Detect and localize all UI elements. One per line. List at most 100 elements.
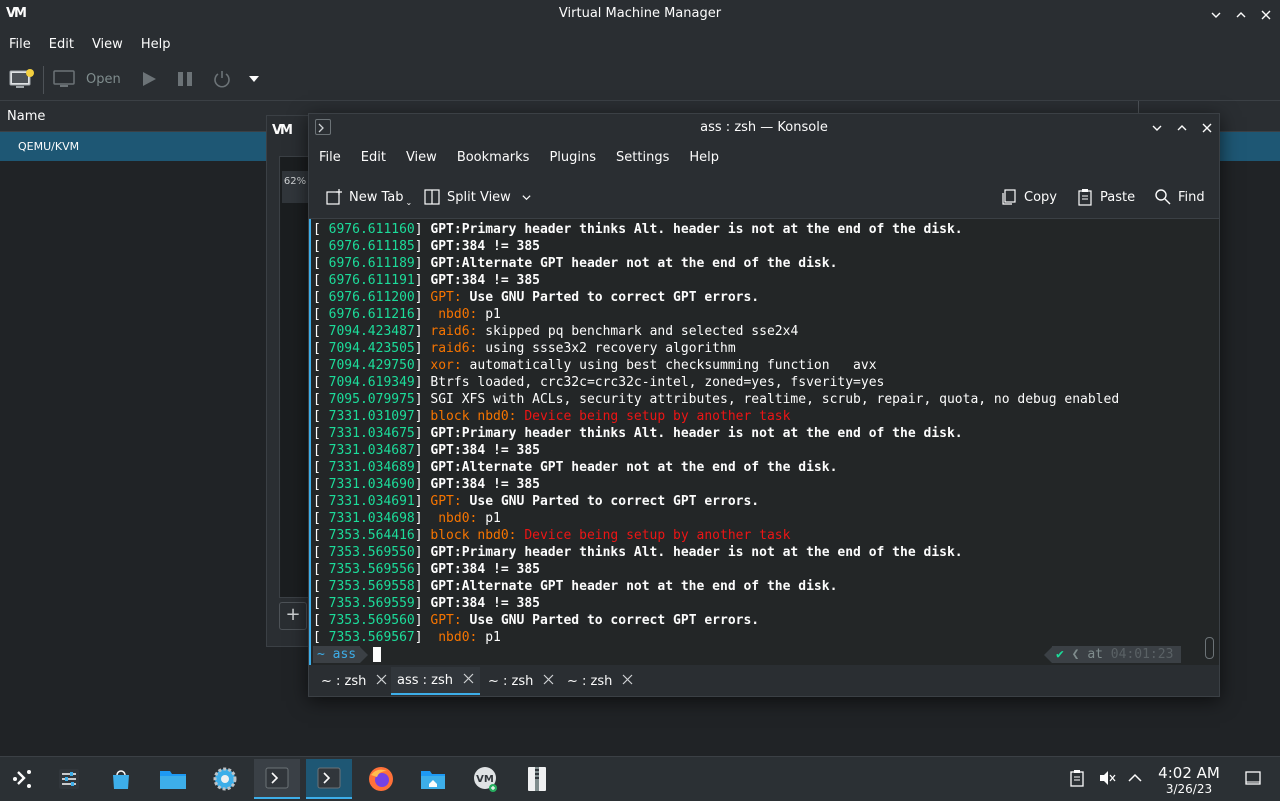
tab-4[interactable]: ~ : zsh [567, 669, 633, 693]
konsole-tabbar: ~ : zsh ass : zsh ~ : zsh ~ : zsh [309, 665, 1219, 695]
tab-close-icon[interactable] [622, 674, 633, 689]
dialog-content: 62% [279, 156, 311, 598]
paste-button[interactable]: Paste [1076, 187, 1135, 207]
log-message: xor: [430, 358, 470, 373]
system-settings-sliders-icon[interactable] [46, 759, 92, 799]
tab-close-icon[interactable] [376, 674, 387, 689]
konsole-titlebar[interactable]: ass : zsh — Konsole [309, 114, 1219, 142]
menu-help[interactable]: Help [679, 148, 729, 171]
konsole-task-2[interactable] [306, 759, 352, 799]
menu-view[interactable]: View [396, 148, 447, 171]
konsole-menubar: File Edit View Bookmarks Plugins Setting… [309, 148, 729, 170]
log-timestamp: [ 7094.429750] [313, 358, 431, 373]
taskbar: VM 4:02 AM 3/26/23 [0, 756, 1280, 801]
menu-view[interactable]: View [83, 30, 132, 58]
tab-1[interactable]: ~ : zsh [321, 669, 387, 693]
shutdown-dropdown-icon[interactable] [247, 74, 261, 84]
archive-manager-icon[interactable] [514, 759, 560, 799]
virt-manager-task[interactable]: VM [462, 759, 508, 799]
menu-help[interactable]: Help [132, 30, 180, 58]
new-vm-icon [9, 69, 34, 88]
log-message: Btrfs loaded, crc32c=crc32c-intel, zoned… [430, 375, 885, 390]
clipboard-icon[interactable] [1068, 769, 1086, 787]
log-message: p1 [485, 630, 501, 645]
home-folder-icon[interactable] [410, 759, 456, 799]
terminal-line: [ 7094.423505] raid6: using ssse3x2 reco… [313, 340, 1119, 357]
tab-close-icon[interactable] [463, 673, 474, 688]
konsole-toolbar: New Tab ⌄ Split View Copy Paste Find [309, 176, 1219, 218]
log-timestamp: [ 7094.619349] [313, 375, 431, 390]
terminal-line: [ 7331.034689] GPT:Alternate GPT header … [313, 459, 1119, 476]
menu-edit[interactable]: Edit [351, 148, 396, 171]
dialog-logo-icon: VM [272, 123, 293, 138]
scrollbar-handle[interactable] [1205, 637, 1214, 659]
minimize-icon[interactable] [1208, 7, 1224, 23]
terminal-line: [ 7353.564416] block nbd0: Device being … [313, 527, 1119, 544]
log-message: GPT:384 != 385 [430, 239, 540, 254]
vmm-toolbar: Open [0, 58, 1280, 101]
tab-2-active[interactable]: ass : zsh [391, 667, 480, 695]
new-tab-dropdown-icon[interactable]: ⌄ [406, 198, 413, 207]
log-timestamp: [ 6976.611216] [313, 307, 431, 322]
log-message: GPT:Alternate GPT header not at the end … [430, 579, 838, 594]
discover-store-icon[interactable] [98, 759, 144, 799]
search-icon [1155, 189, 1171, 205]
open-button[interactable]: Open [86, 72, 121, 87]
column-header-name[interactable]: Name [7, 109, 45, 124]
konsole-window-title: ass : zsh — Konsole [700, 120, 828, 135]
log-message: nbd0: [430, 307, 486, 322]
vmm-menubar: File Edit View Help [0, 30, 1280, 58]
log-timestamp: [ 7331.034675] [313, 426, 431, 441]
volume-muted-icon[interactable] [1098, 769, 1116, 787]
terminal-line: [ 7353.569560] GPT: Use GNU Parted to co… [313, 612, 1119, 629]
log-message: p1 [485, 307, 501, 322]
svg-text:VM: VM [476, 774, 494, 785]
minimize-icon[interactable] [1149, 120, 1165, 136]
log-timestamp: [ 7353.569567] [313, 630, 431, 645]
split-view-icon [424, 189, 440, 205]
maximize-icon[interactable] [1233, 7, 1249, 23]
terminal-view[interactable]: [ 6976.611160] GPT:Primary header thinks… [309, 218, 1219, 665]
pause-icon[interactable] [176, 70, 194, 88]
maximize-icon[interactable] [1174, 120, 1190, 136]
open-console-icon [53, 69, 77, 89]
firefox-icon[interactable] [358, 759, 404, 799]
clock-date[interactable]: 3/26/23 [1152, 782, 1226, 796]
dolphin-files-icon[interactable] [150, 759, 196, 799]
menu-settings[interactable]: Settings [606, 148, 679, 171]
terminal-line: [ 6976.611216] nbd0: p1 [313, 306, 1119, 323]
vmm-window-controls [1208, 7, 1274, 23]
konsole-task-1[interactable] [254, 759, 300, 799]
app-launcher-icon[interactable] [0, 759, 46, 799]
tab-label: ~ : zsh [321, 673, 367, 689]
shutdown-icon[interactable] [212, 70, 232, 88]
tab-close-icon[interactable] [543, 674, 554, 689]
menu-file[interactable]: File [309, 148, 351, 171]
log-timestamp: [ 6976.611200] [313, 290, 431, 305]
close-icon[interactable] [1258, 7, 1274, 23]
menu-file[interactable]: File [0, 30, 40, 58]
tab-3[interactable]: ~ : zsh [488, 669, 554, 693]
terminal-line: [ 7353.569567] nbd0: p1 [313, 629, 1119, 646]
find-button[interactable]: Find [1154, 187, 1205, 207]
close-icon[interactable] [1199, 120, 1215, 136]
run-icon[interactable] [140, 70, 158, 88]
copy-button[interactable]: Copy [1000, 187, 1057, 207]
vmm-titlebar[interactable]: VM Virtual Machine Manager [0, 0, 1280, 30]
new-tab-button[interactable]: New Tab ⌄ [325, 187, 412, 207]
add-button[interactable]: + [279, 602, 307, 630]
separator-chevron-icon: ❮ [1071, 647, 1080, 662]
system-settings-icon[interactable] [202, 759, 248, 799]
prompt-arrow-icon [360, 646, 369, 663]
split-view-button[interactable]: Split View [423, 187, 532, 207]
new-vm-button[interactable] [9, 68, 35, 90]
menu-bookmarks[interactable]: Bookmarks [447, 148, 540, 171]
menu-plugins[interactable]: Plugins [539, 148, 606, 171]
new-tab-icon [326, 189, 342, 205]
menu-edit[interactable]: Edit [40, 30, 83, 58]
log-message: block nbd0: [430, 528, 525, 543]
show-desktop-icon[interactable] [1244, 769, 1262, 787]
tray-expand-chevron-icon[interactable] [1126, 769, 1144, 787]
clock-time[interactable]: 4:02 AM [1152, 764, 1226, 782]
split-view-chevron-down-icon[interactable] [521, 192, 532, 203]
